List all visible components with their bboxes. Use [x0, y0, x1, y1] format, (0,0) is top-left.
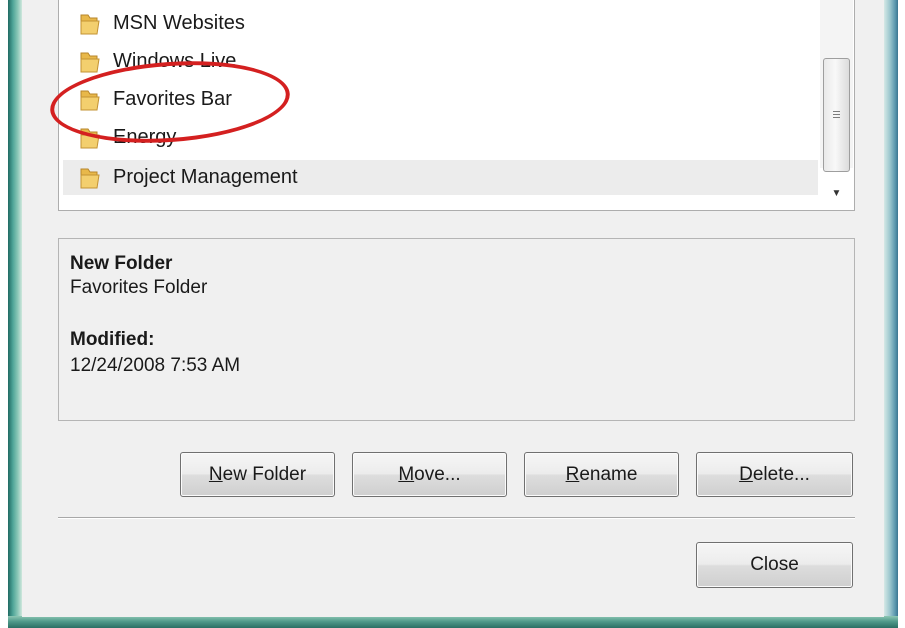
accelerator-key: D [739, 463, 753, 485]
button-label: elete... [752, 463, 810, 485]
details-name: New Folder [70, 253, 173, 274]
details-modified-label: Modified: [70, 329, 155, 350]
details-modified-value: 12/24/2008 7:53 AM [70, 355, 241, 376]
organize-favorites-dialog: MSN Websites Windows Live Favorites Bar … [0, 0, 905, 628]
delete-button[interactable]: Delete... [696, 452, 853, 497]
folder-icon [77, 49, 103, 75]
folder-label: Project Management [113, 166, 298, 188]
folder-label: Windows Live [113, 50, 237, 72]
folder-list-scrollbar[interactable]: ▼ [820, 0, 853, 210]
button-label: ew Folder [222, 463, 307, 485]
folder-label: Favorites Bar [113, 88, 232, 110]
accelerator-key: N [208, 463, 223, 485]
folder-item-msn-websites[interactable]: MSN Websites [63, 6, 818, 41]
folder-item-windows-live[interactable]: Windows Live [63, 44, 818, 79]
accelerator-key: R [565, 463, 580, 485]
favorites-folder-list[interactable]: MSN Websites Windows Live Favorites Bar … [58, 0, 855, 211]
folder-label: Energy [113, 126, 177, 148]
new-folder-button[interactable]: New Folder [180, 452, 335, 497]
folder-icon [77, 87, 103, 113]
close-button[interactable]: Close [696, 542, 853, 588]
accelerator-key: M [398, 463, 415, 485]
folder-icon [77, 11, 103, 37]
folder-item-favorites-bar[interactable]: Favorites Bar [63, 82, 818, 117]
button-label: ove... [414, 463, 461, 485]
move-button[interactable]: Move... [352, 452, 507, 497]
folder-label: MSN Websites [113, 12, 245, 34]
divider [58, 517, 855, 519]
window-frame-right [884, 0, 898, 620]
rename-button[interactable]: Rename [524, 452, 679, 497]
scroll-grip-icon [833, 111, 840, 120]
button-label: ename [579, 463, 638, 485]
scrollbar-thumb[interactable] [823, 58, 850, 172]
folder-details-panel: New Folder Favorites Folder Modified: 12… [58, 238, 855, 421]
window-frame-left [8, 0, 22, 620]
folder-icon [77, 125, 103, 151]
folder-item-project-management[interactable]: Project Management [63, 160, 818, 195]
details-type: Favorites Folder [70, 277, 208, 298]
folder-item-energy[interactable]: Energy [63, 120, 818, 155]
folder-icon [77, 165, 103, 191]
window-frame-bottom [8, 616, 898, 628]
scroll-down-arrow-icon[interactable]: ▼ [820, 176, 853, 210]
